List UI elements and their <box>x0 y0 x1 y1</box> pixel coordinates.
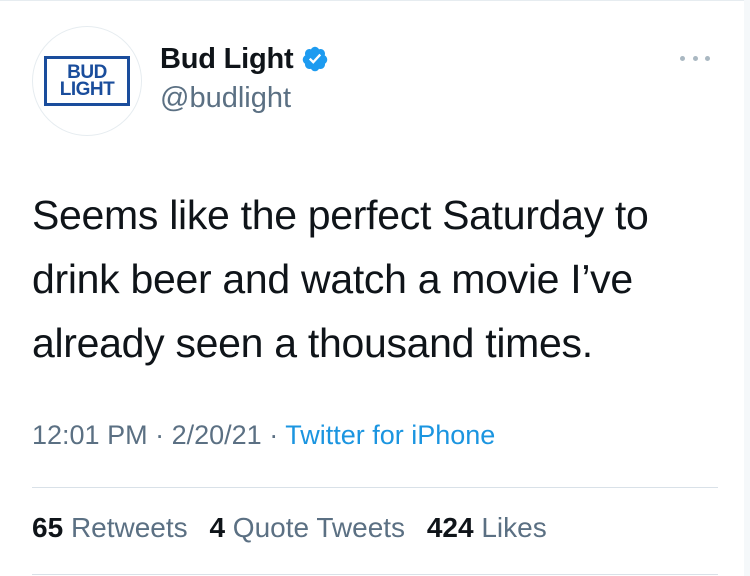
logo-line-2: LIGHT <box>59 79 115 100</box>
meta-separator: · <box>155 420 165 450</box>
tweet-text-line: drink beer and watch a movie I’ve <box>32 256 633 302</box>
likes-count: 424 <box>426 512 474 543</box>
tweet-metadata: 12:01 PM · 2/20/21 · Twitter for iPhone <box>32 420 495 451</box>
author-display-name[interactable]: Bud Light <box>160 43 294 76</box>
likes-label: Likes <box>481 512 547 543</box>
retweets-count: 65 <box>32 512 64 543</box>
tweet-detail-view: BUD LIGHT Bud Light @budlight Seems like… <box>0 0 750 576</box>
retweets-label: Retweets <box>70 512 188 543</box>
bud-light-logo: BUD LIGHT <box>44 56 130 106</box>
more-horizontal-icon[interactable] <box>680 48 710 68</box>
more-dot <box>692 55 698 61</box>
more-dot <box>680 55 685 61</box>
retweets-stat[interactable]: 65 Retweets <box>32 512 188 543</box>
likes-stat[interactable]: 424 Likes <box>427 512 547 543</box>
author-info: Bud Light @budlight <box>160 40 329 115</box>
tweet-text-line: already seen a thousand times. <box>32 320 593 366</box>
avatar[interactable]: BUD LIGHT <box>32 26 142 136</box>
more-dot <box>705 55 710 61</box>
author-name-row: Bud Light <box>160 40 329 78</box>
author-handle[interactable]: @budlight <box>160 82 329 115</box>
divider <box>32 574 718 575</box>
tweet-time[interactable]: 12:01 PM <box>32 420 148 450</box>
tweet-text-line: Seems like the perfect Saturday to <box>32 192 649 238</box>
engagement-stats: 65 Retweets 4 Quote Tweets 424 Likes <box>32 512 561 544</box>
tweet-date[interactable]: 2/20/21 <box>172 420 262 450</box>
scrollbar[interactable] <box>744 0 750 576</box>
divider <box>32 487 718 488</box>
quote-tweets-label: Quote Tweets <box>232 512 406 543</box>
quote-tweets-stat[interactable]: 4 Quote Tweets <box>209 512 405 543</box>
tweet-source-link[interactable]: Twitter for iPhone <box>285 420 495 450</box>
verified-badge-icon <box>302 46 327 72</box>
meta-separator: · <box>269 420 279 450</box>
top-divider <box>0 0 750 1</box>
tweet-text: Seems like the perfect Saturday to drink… <box>32 183 722 375</box>
quote-tweets-count: 4 <box>209 512 226 543</box>
